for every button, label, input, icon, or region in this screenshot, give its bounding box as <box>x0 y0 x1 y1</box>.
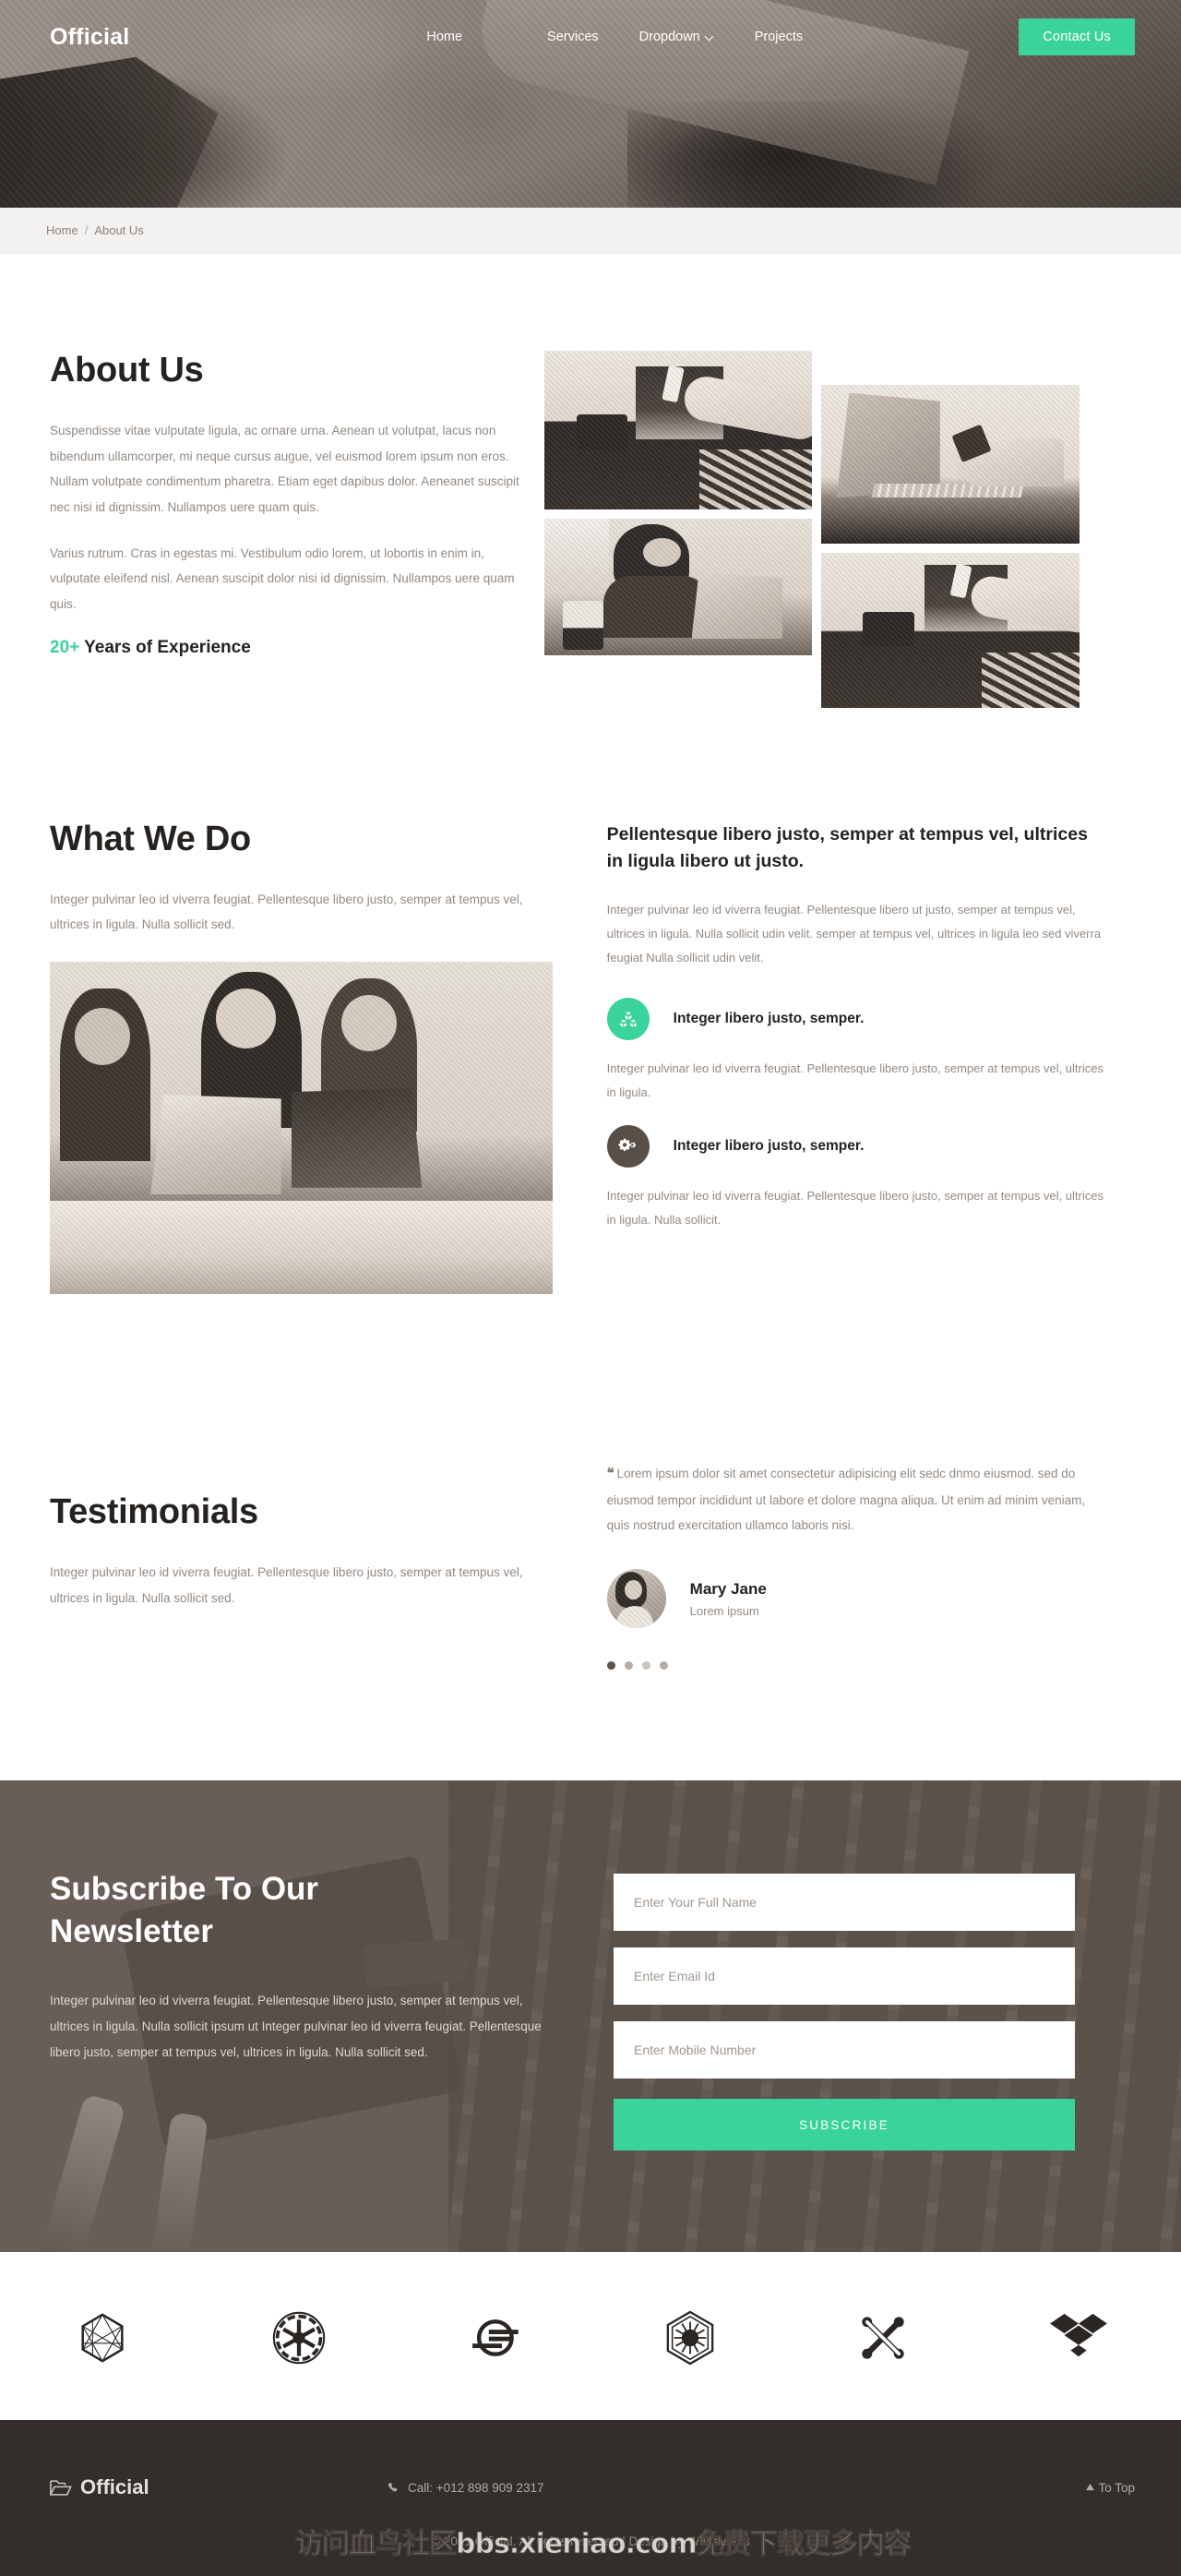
chevron-down-icon <box>706 32 714 41</box>
quote-icon: ❝ <box>606 1466 614 1482</box>
main-navigation: Home Services Dropdown Projects <box>406 24 823 50</box>
footer-copyright: © 2021 Official. All rights reserved | D… <box>431 2534 750 2549</box>
subscribe-button[interactable]: SUBSCRIBE <box>614 2099 1075 2151</box>
wwd-title: What We Do <box>50 819 251 858</box>
footer-phone[interactable]: Call: +012 898 909 2317 <box>388 2481 1086 2495</box>
dropbox-icon[interactable] <box>1050 2312 1107 2364</box>
testimonials-intro: Integer pulvinar leo id viverra feugiat.… <box>50 1565 523 1605</box>
mobile-input[interactable] <box>614 2021 1075 2079</box>
nav-label: Dropdown <box>638 30 700 44</box>
feature-item-1: Integer libero justo, semper. <box>606 997 1135 1040</box>
nav-label: Services <box>547 30 599 44</box>
joomla-icon[interactable] <box>856 2311 910 2365</box>
site-footer: Official Call: +012 898 909 2317 To Top … <box>0 2420 1181 2576</box>
wwd-lead: Pellentesque libero justo, semper at tem… <box>606 823 1088 872</box>
years-label: Years of Experience <box>84 637 251 657</box>
about-photo-1 <box>544 351 812 509</box>
footer-phone-text: Call: +012 898 909 2317 <box>408 2480 544 2495</box>
wwd-intro: Integer pulvinar leo id viverra feugiat.… <box>50 892 523 932</box>
cubes-icon <box>606 997 650 1040</box>
contact-us-button[interactable]: Contact Us <box>1019 18 1135 55</box>
breadcrumb-current: About Us <box>94 223 144 237</box>
breadcrumb-home[interactable]: Home <box>46 223 78 237</box>
to-top-button[interactable]: To Top <box>1086 2481 1135 2495</box>
wwd-body: Integer pulvinar leo id viverra feugiat.… <box>606 902 1102 965</box>
breadcrumb-separator: / <box>84 223 89 237</box>
nav-label: Projects <box>754 30 804 44</box>
carousel-dots <box>606 1661 1135 1671</box>
hero-decor-left <box>0 56 219 208</box>
about-paragraph-2: Varius rutrum. Cras in egestas mi. Vesti… <box>50 545 515 612</box>
caret-up-icon <box>1086 2484 1095 2491</box>
nav-item-projects[interactable]: Projects <box>734 24 823 50</box>
newsletter-form: SUBSCRIBE <box>614 1868 1075 2151</box>
about-title: About Us <box>50 351 204 389</box>
folder-open-icon <box>50 2479 72 2497</box>
testimonial-quote-block: ❝ Lorem ipsum dolor sit amet consectetur… <box>607 1460 1110 1538</box>
full-name-input[interactable] <box>614 1874 1075 1932</box>
carousel-dot-3[interactable] <box>641 1661 650 1671</box>
author-role: Lorem ipsum <box>689 1603 759 1618</box>
footer-logo[interactable]: Official <box>46 2475 388 2499</box>
newsletter-copy: Subscribe To Our Newsletter Integer pulv… <box>46 1868 563 2065</box>
feature-title: Integer libero justo, semper. <box>673 1137 865 1154</box>
carousel-dot-4[interactable] <box>659 1661 668 1671</box>
hero-banner: Official Home Services Dropdown Projects… <box>0 0 1181 208</box>
critical-role-icon[interactable] <box>74 2309 131 2366</box>
testimonial-author: Mary Jane Lorem ipsum <box>606 1569 1135 1629</box>
newsletter-section: Subscribe To Our Newsletter Integer pulv… <box>0 1780 1181 2253</box>
site-header: Official Home Services Dropdown Projects… <box>0 0 1181 74</box>
hero-decor-right <box>627 102 1015 208</box>
site-logo[interactable]: Official <box>50 24 129 51</box>
email-input[interactable] <box>614 1947 1075 2006</box>
feature-title: Integer libero justo, semper. <box>673 1010 865 1026</box>
years-number: 20+ <box>50 637 80 657</box>
testimonial-card: ❝ Lorem ipsum dolor sit amet consectetur… <box>606 1460 1135 1671</box>
wwd-right-column: Pellentesque libero justo, semper at tem… <box>606 820 1135 1294</box>
author-name: Mary Jane <box>689 1579 767 1598</box>
phone-icon <box>388 2482 400 2494</box>
feature-desc-2: Integer pulvinar leo id viverra feugiat.… <box>606 1188 1103 1227</box>
about-paragraph-1: Suspendisse vitae vulputate ligula, ac o… <box>50 424 519 515</box>
what-we-do-section: What We Do Integer pulvinar leo id viver… <box>0 658 1181 1295</box>
carousel-dot-1[interactable] <box>606 1661 615 1671</box>
newsletter-body: Integer pulvinar leo id viverra feugiat.… <box>50 1994 542 2059</box>
wwd-team-photo <box>50 962 553 1295</box>
sistrix-icon[interactable] <box>466 2312 523 2364</box>
brand-logos-row <box>0 2252 1181 2421</box>
cogs-icon <box>606 1124 650 1168</box>
testimonials-left-column: Testimonials Integer pulvinar leo id viv… <box>46 1460 556 1670</box>
about-photo-4 <box>821 553 1080 708</box>
feature-desc-1: Integer pulvinar leo id viverra feugiat.… <box>606 1060 1103 1099</box>
footer-logo-text: Official <box>80 2475 149 2499</box>
testimonial-quote: Lorem ipsum dolor sit amet consectetur a… <box>606 1467 1086 1533</box>
first-order-icon[interactable] <box>663 2309 717 2366</box>
testimonials-section: Testimonials Integer pulvinar leo id viv… <box>0 1294 1181 1780</box>
nav-label: Home <box>426 30 463 44</box>
carousel-dot-2[interactable] <box>624 1661 633 1671</box>
breadcrumb: Home / About Us <box>0 208 1181 254</box>
about-text-column: About Us Suspendisse vitae vulputate lig… <box>46 351 535 658</box>
testimonials-title: Testimonials <box>50 1492 258 1532</box>
wwd-left-column: What We Do Integer pulvinar leo id viver… <box>46 819 556 1295</box>
to-top-label: To Top <box>1098 2480 1135 2495</box>
avatar <box>606 1569 666 1629</box>
about-photo-3 <box>544 519 812 655</box>
nav-item-services[interactable]: Services <box>527 24 619 50</box>
years-of-experience: 20+ Years of Experience <box>50 638 535 658</box>
nav-item-home[interactable]: Home <box>406 24 527 50</box>
newsletter-title: Subscribe To Our Newsletter <box>50 1871 319 1950</box>
nav-item-dropdown[interactable]: Dropdown <box>619 24 734 50</box>
about-section: About Us Suspendisse vitae vulputate lig… <box>0 254 1181 708</box>
galactic-republic-icon[interactable] <box>271 2310 327 2366</box>
feature-item-2: Integer libero justo, semper. <box>606 1124 1135 1168</box>
about-photo-2 <box>821 385 1080 544</box>
about-image-grid <box>544 351 1080 708</box>
